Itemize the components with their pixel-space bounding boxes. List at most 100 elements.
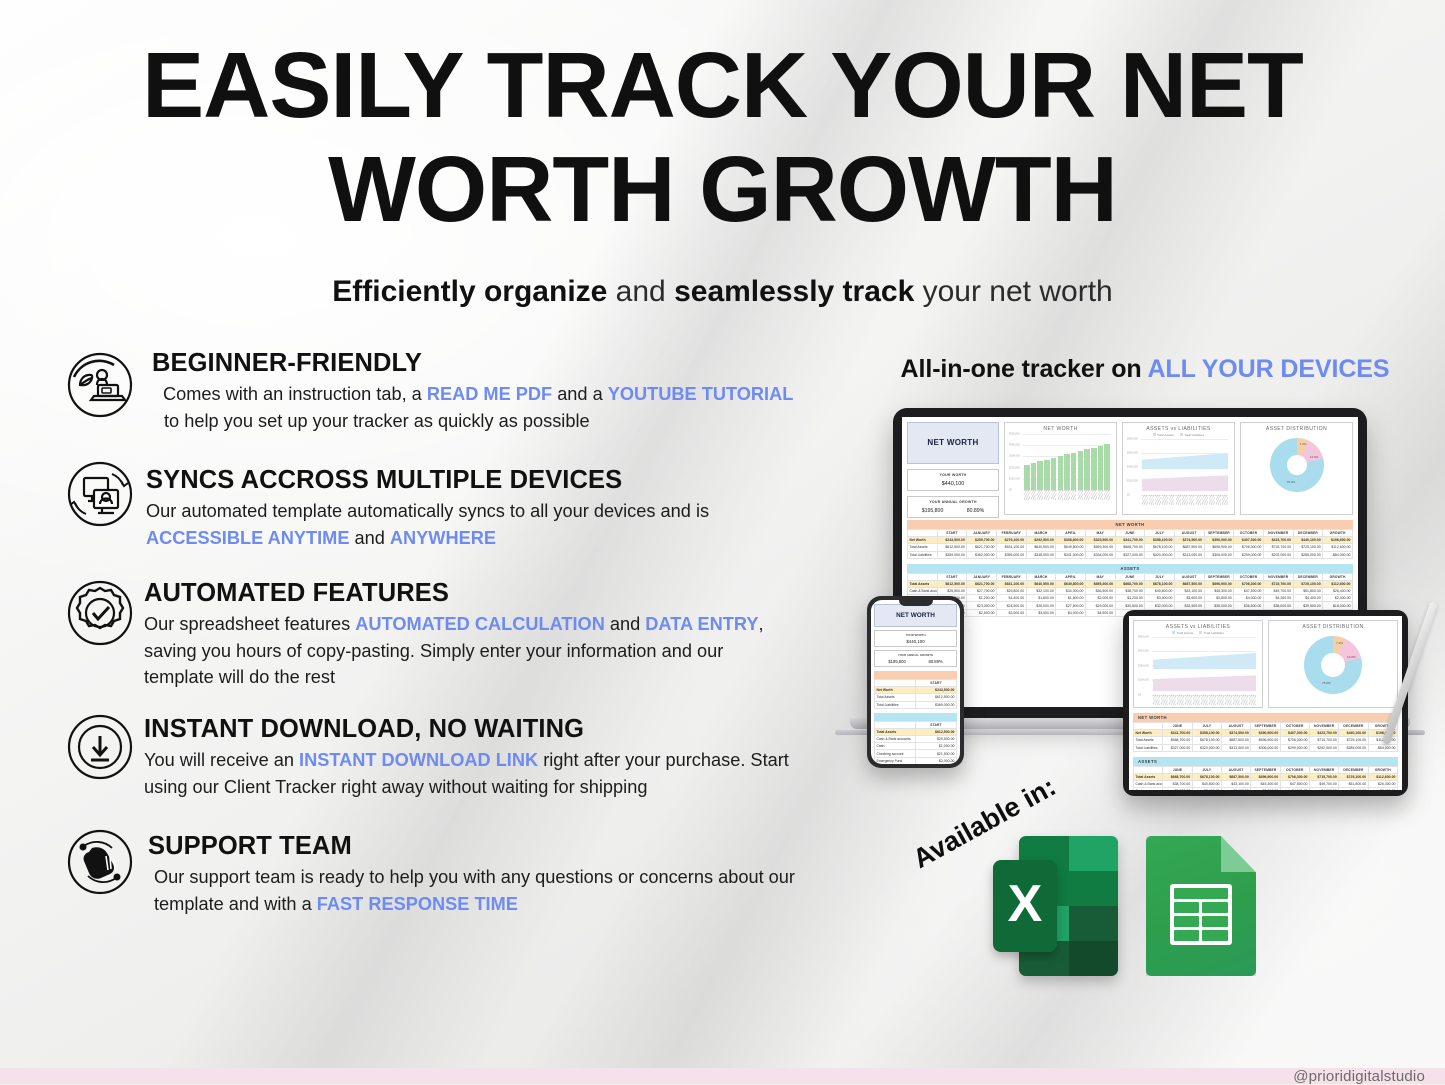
row-label: Cash bbox=[874, 742, 916, 751]
table-cell: $4,200.00 bbox=[1308, 787, 1340, 790]
table-cell: $292,500.00 bbox=[1025, 536, 1057, 545]
table-cell: $706,300.00 bbox=[1279, 736, 1310, 745]
tablet-chart-assets-liabilities: ASSETS vs LIABILITIES Total Assets Total… bbox=[1133, 619, 1263, 708]
table-cell: $668,700.00 bbox=[1114, 579, 1146, 589]
table-header-row: JUNE JULY AUGUST SEPTEMBER OCTOBER NOVEMBER DE… bbox=[1132, 765, 1399, 774]
tablet-chart-asset-distribution: ASSET DISTRIBUTION 7.2% 14.0% 75.0% bbox=[1268, 619, 1398, 708]
column-header: JANUARY bbox=[966, 572, 997, 581]
table-cell: $649,800.00 bbox=[1055, 543, 1086, 552]
chart-title: ASSETS vs LIABILITIES bbox=[1165, 623, 1231, 630]
table-cell: $358,100.00 bbox=[1144, 536, 1175, 545]
table-cell: $341,700.00 bbox=[1114, 536, 1146, 545]
donut-label: 7.2% bbox=[1299, 441, 1307, 446]
column-header: DECEMBER bbox=[1338, 765, 1369, 774]
column-header: START bbox=[915, 678, 957, 688]
legend-label: Total Liabilities bbox=[1203, 630, 1224, 635]
column-header bbox=[907, 528, 938, 538]
table-cell: $40,800.00 bbox=[1144, 587, 1175, 596]
table-cell: $285,000.00 bbox=[1338, 743, 1369, 752]
y-tick-label: $0 bbox=[1127, 493, 1130, 497]
bar bbox=[1050, 457, 1057, 490]
table-cell: $659,300.00 bbox=[1084, 579, 1116, 589]
column-header: FEBRUARY bbox=[995, 528, 1027, 538]
y-tick-label: $200,000 bbox=[1009, 466, 1020, 470]
row-label: Cash & Bank accounts bbox=[874, 735, 916, 744]
table-cell: $3,400.00 bbox=[1144, 594, 1175, 603]
table-cell: $696,900.00 bbox=[1203, 543, 1235, 552]
table-cell: $612,500.00 bbox=[915, 727, 957, 737]
column-header: NOVEMBER bbox=[1262, 572, 1294, 581]
table-cell: $2,500.00 bbox=[966, 608, 997, 617]
table-row: Cash$1,000.00$1,200.00$1,400.00$1,600.00… bbox=[907, 594, 1353, 603]
table-cell: $423,700.00 bbox=[1308, 729, 1340, 738]
table-band-net-worth: NET WORTH bbox=[907, 519, 1353, 529]
table-cell: $668,700.00 bbox=[1114, 543, 1146, 552]
bar bbox=[1057, 456, 1064, 490]
feature-description: You will receive an INSTANT DOWNLOAD LIN… bbox=[144, 747, 796, 800]
chart-legend: Total Assets Total Liabilities bbox=[1127, 433, 1230, 437]
row-label: Total Liabilities bbox=[1132, 743, 1164, 752]
table-cell: $374,500.00 bbox=[1220, 729, 1252, 738]
highlighted-phrase: DATA ENTRY bbox=[645, 614, 759, 635]
column-header bbox=[874, 678, 916, 688]
x-tick-labels bbox=[1024, 489, 1110, 501]
chart-title: NET WORTH bbox=[1043, 425, 1078, 432]
table-cell: $26,400.00 bbox=[1322, 587, 1353, 596]
table-cell: $47,500.00 bbox=[1279, 780, 1310, 789]
table-cell: $27,500.00 bbox=[1055, 601, 1086, 610]
table-cell: $715,700.00 bbox=[1308, 772, 1340, 782]
row-label: Net Worth bbox=[907, 536, 938, 545]
table-cell: $678,100.00 bbox=[1191, 772, 1222, 782]
table-row: Net Worth $341,700.00 $358,100.00 $374,500.… bbox=[1132, 729, 1399, 738]
donut-chart: 7.2% 14.0% 75.0% bbox=[1304, 635, 1362, 694]
phone-notch bbox=[898, 599, 933, 606]
row-label: Net Worth bbox=[874, 686, 916, 695]
column-header: OCTOBER bbox=[1233, 572, 1264, 581]
table-cell: $678,100.00 bbox=[1191, 736, 1222, 745]
table-cell: $27,700.00 bbox=[966, 587, 997, 596]
row-label: Cash & Bank accounts bbox=[1132, 780, 1164, 789]
row-label: Net Worth bbox=[1132, 729, 1164, 738]
table-cell: $725,100.00 bbox=[1338, 736, 1369, 745]
listing-image: EASILY TRACK YOUR NET WORTH GROWTH Effic… bbox=[0, 0, 1445, 1085]
table-cell: $687,500.00 bbox=[1173, 543, 1205, 552]
column-header: NOVEMBER bbox=[1308, 721, 1340, 731]
table-cell: $4,200.00 bbox=[1262, 594, 1294, 603]
table-cell: $390,900.00 bbox=[1250, 729, 1281, 738]
tablet-net-worth-table: NET WORTH JUNE JULY AUGUST SEPTEMBER OCTOBER… bbox=[1132, 712, 1399, 752]
feature-description: Our spreadsheet features AUTOMATED CALCU… bbox=[144, 611, 796, 691]
column-header: GROWTH bbox=[1322, 572, 1353, 581]
table-cell: $38,700.00 bbox=[1114, 587, 1146, 596]
row-label: Total Assets bbox=[907, 543, 938, 552]
chart-net-worth: NET WORTH $0 $100,000 $200,000 $300,000 $400… bbox=[1004, 421, 1117, 515]
feature-description: Our automated template automatically syn… bbox=[146, 498, 798, 551]
table-cell: $3,400.00 bbox=[1191, 787, 1222, 790]
table-cell: $1,200.00 bbox=[966, 594, 997, 603]
table-cell: $612,500.00 bbox=[936, 579, 968, 589]
download-arrow-icon bbox=[62, 709, 138, 785]
highlighted-phrase: AUTOMATED CALCULATION bbox=[355, 614, 605, 635]
row-label: Emergency Fund bbox=[874, 756, 916, 764]
table-cell: $3,000.00 bbox=[995, 608, 1027, 617]
table-cell: $631,100.00 bbox=[995, 579, 1027, 589]
table-cell: $243,500.00 bbox=[915, 686, 957, 695]
y-tick-label: $0 bbox=[1009, 488, 1012, 492]
table-cell: $21,500.00 bbox=[915, 749, 957, 758]
subtitle-bold-1: Efficiently organize bbox=[332, 274, 608, 308]
x-tick-labels bbox=[1142, 494, 1228, 506]
table-cell: $112,600.00 bbox=[1322, 579, 1353, 589]
table-cell: $725,100.00 bbox=[1292, 543, 1324, 552]
column-header bbox=[907, 572, 938, 581]
bar bbox=[1084, 449, 1090, 490]
table-cell: $369,000.00 bbox=[915, 700, 957, 709]
table-cell: $390,900.00 bbox=[1203, 536, 1235, 545]
table-cell: $687,500.00 bbox=[1220, 736, 1252, 745]
kpi-your-worth-label: YOUR WORTH bbox=[939, 472, 967, 477]
bar bbox=[1064, 454, 1070, 490]
table-row: Cash & Bank accounts $25,500.00 bbox=[874, 735, 957, 744]
y-tick-label: $800,000 bbox=[1127, 437, 1138, 441]
table-cell: $715,700.00 bbox=[1308, 736, 1340, 745]
table-row: Cash & Bank accounts$25,500.00$27,700.00… bbox=[907, 587, 1353, 596]
column-header: MAY bbox=[1084, 572, 1116, 581]
phone-growth-label: YOUR ANNUAL GROWTH bbox=[897, 652, 934, 657]
